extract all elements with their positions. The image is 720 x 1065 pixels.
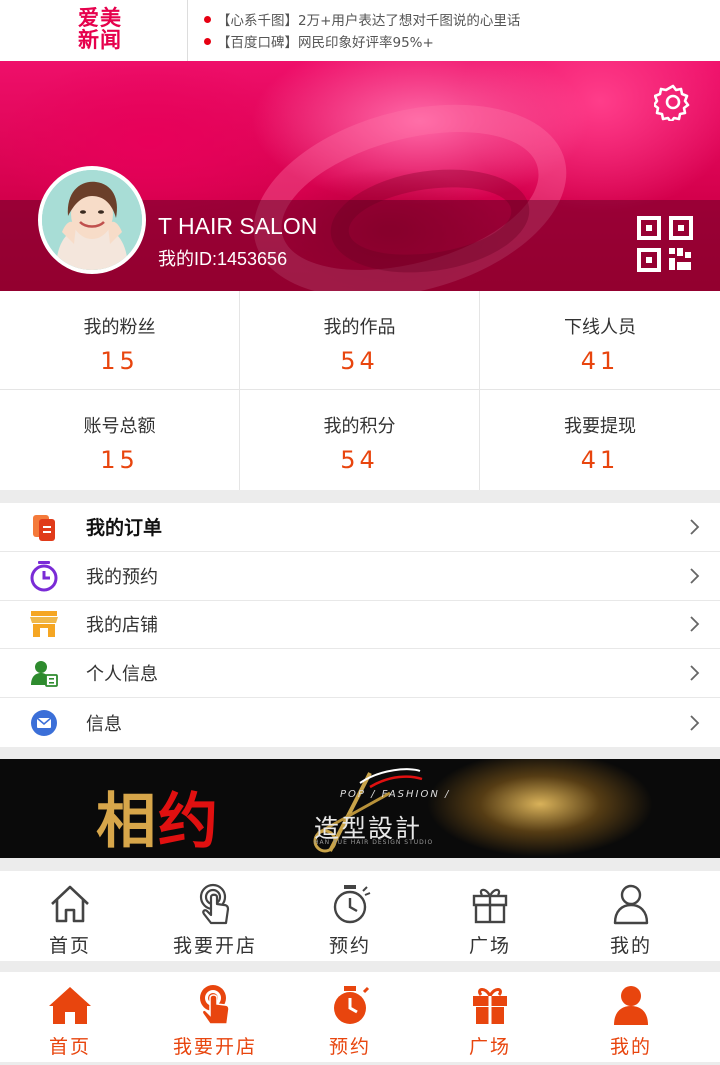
- menu-item-orders[interactable]: 我的订单: [0, 503, 720, 552]
- tab-appointment[interactable]: 预约: [310, 883, 390, 958]
- stat-label: 我要提现: [564, 416, 636, 437]
- app-logo[interactable]: 爱美 新闻: [0, 0, 188, 61]
- menu-label: 我的店铺: [86, 615, 158, 637]
- menu-item-appointments[interactable]: 我的预约: [0, 552, 720, 601]
- message-icon: [31, 709, 57, 736]
- tab-square[interactable]: 广场: [450, 883, 530, 958]
- person-icon: [614, 986, 648, 1025]
- bullet-dot: [204, 15, 211, 23]
- avatar[interactable]: [38, 166, 146, 274]
- chevron-right-icon: [690, 568, 700, 584]
- tab-label: 广场: [468, 935, 511, 957]
- profile-header: T HAIR SALON 我的ID:1453656: [0, 61, 720, 291]
- tab-label: 预约: [328, 1036, 371, 1058]
- stat-points[interactable]: 我的积分 54: [240, 390, 480, 490]
- menu-list: 我的订单 我的预约 我的店铺 个人信息 信息: [0, 503, 720, 747]
- home-icon: [51, 885, 89, 923]
- stat-value: 41: [580, 347, 620, 375]
- news-bar: 爱美 新闻 【心系千图】 2万+用户表达了想对千图说的心里话 【百度口碑】 网民…: [0, 0, 720, 61]
- news-text: 2万+用户表达了想对千图说的心里话: [298, 13, 521, 29]
- menu-label: 我的预约: [86, 566, 158, 588]
- tap-hand-icon: [200, 985, 230, 1025]
- tab-label: 预约: [328, 935, 371, 957]
- tab-bar-active: 首页 我要开店 预约 广场 我的: [0, 972, 720, 1062]
- stat-works[interactable]: 我的作品 54: [240, 291, 480, 390]
- banner-title-a: 相: [96, 787, 158, 857]
- gift-icon: [472, 888, 508, 924]
- banner-slogan: POP / FASHION /: [340, 789, 451, 800]
- person-icon: [613, 884, 649, 925]
- appointment-icon: [30, 560, 58, 592]
- logo-line1: 爱美: [78, 5, 122, 30]
- menu-item-shop[interactable]: 我的店铺: [0, 601, 720, 650]
- stat-label: 我的积分: [323, 416, 396, 437]
- menu-item-profile[interactable]: 个人信息: [0, 649, 720, 699]
- tab-label: 我的: [609, 1036, 652, 1058]
- chevron-right-icon: [690, 519, 700, 535]
- home-icon: [49, 987, 91, 1024]
- tab-home[interactable]: 首页: [30, 984, 110, 1059]
- stats-grid: 我的粉丝 15 我的作品 54 下线人员 41 账号总额 15 我的积分 54 …: [0, 291, 720, 490]
- stat-label: 我的粉丝: [83, 317, 156, 338]
- user-id: 我的ID:1453656: [158, 249, 288, 269]
- stat-value: 54: [340, 347, 379, 375]
- tab-home[interactable]: 首页: [30, 883, 110, 958]
- tab-label: 首页: [48, 1036, 91, 1058]
- tab-mine[interactable]: 我的: [591, 883, 671, 958]
- tab-label: 我要开店: [172, 1036, 257, 1058]
- stopwatch-icon: [334, 986, 370, 1024]
- stat-balance[interactable]: 账号总额 15: [0, 390, 240, 490]
- stat-downline[interactable]: 下线人员 41: [480, 291, 720, 390]
- news-ticker: 【心系千图】 2万+用户表达了想对千图说的心里话 【百度口碑】 网民印象好评率9…: [188, 0, 520, 61]
- qr-code-icon[interactable]: [636, 215, 694, 273]
- banner-title-b: 约: [158, 787, 220, 857]
- tab-label: 广场: [468, 1036, 511, 1058]
- stat-label: 下线人员: [564, 317, 636, 338]
- stat-value: 15: [100, 446, 139, 474]
- chevron-right-icon: [690, 714, 700, 731]
- gift-icon: [473, 988, 507, 1024]
- stat-value: 54: [340, 446, 379, 474]
- stopwatch-icon: [333, 885, 371, 924]
- tab-open-shop[interactable]: 我要开店: [165, 984, 265, 1059]
- stat-withdraw[interactable]: 我要提现 41: [480, 390, 720, 490]
- news-item[interactable]: 【百度口碑】 网民印象好评率95%+: [204, 30, 520, 52]
- logo-line2: 新闻: [78, 27, 122, 52]
- stat-label: 我的作品: [323, 317, 396, 338]
- menu-item-messages[interactable]: 信息: [0, 698, 720, 747]
- tap-hand-icon: [199, 883, 230, 925]
- settings-icon[interactable]: [654, 83, 692, 121]
- news-text: 网民印象好评率95%+: [298, 35, 434, 51]
- tab-appointment[interactable]: 预约: [310, 984, 390, 1059]
- chevron-right-icon: [690, 616, 700, 633]
- chevron-right-icon: [690, 665, 700, 681]
- user-info-icon: [31, 661, 58, 688]
- menu-label: 信息: [86, 713, 122, 735]
- salon-name: T HAIR SALON: [158, 213, 318, 239]
- tab-label: 首页: [48, 935, 91, 957]
- stat-label: 账号总额: [83, 416, 156, 437]
- tab-label: 我的: [609, 935, 652, 957]
- news-tag: 【心系千图】: [217, 13, 298, 29]
- news-tag: 【百度口碑】: [217, 35, 298, 51]
- tab-square[interactable]: 广场: [450, 984, 530, 1059]
- avatar-photo: [42, 170, 142, 270]
- banner-model-image: [420, 759, 720, 858]
- banner-title: 相约: [96, 773, 220, 858]
- tab-bar-default: 首页 我要开店 预约 广场 我的: [0, 871, 720, 961]
- menu-label: 我的订单: [86, 517, 163, 540]
- stat-fans[interactable]: 我的粉丝 15: [0, 291, 240, 390]
- tab-mine[interactable]: 我的: [591, 984, 671, 1059]
- orders-icon: [33, 514, 55, 541]
- stat-value: 41: [580, 446, 620, 474]
- tab-label: 我要开店: [172, 935, 257, 957]
- promo-banner[interactable]: 相约 POP / FASHION / 造型設計 HAN YUE HAIR DES…: [0, 759, 720, 858]
- menu-label: 个人信息: [86, 664, 158, 686]
- tab-open-shop[interactable]: 我要开店: [165, 883, 265, 958]
- news-item[interactable]: 【心系千图】 2万+用户表达了想对千图说的心里话: [204, 8, 520, 30]
- stat-value: 15: [100, 347, 139, 375]
- shop-icon: [30, 611, 58, 638]
- banner-studio: HAN YUE HAIR DESIGN STUDIO: [314, 839, 434, 846]
- bullet-dot: [204, 37, 211, 45]
